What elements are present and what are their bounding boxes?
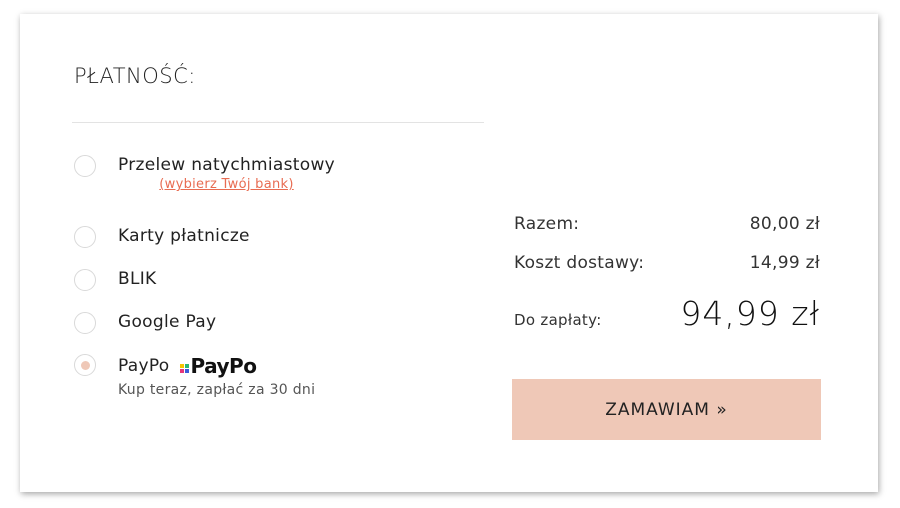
- radio-google-pay[interactable]: [74, 312, 96, 334]
- order-button[interactable]: ZAMAWIAM »: [512, 379, 821, 440]
- subtotal-label: Razem:: [514, 214, 580, 234]
- option-body: Przelew natychmiastowy (wybierz Twój ban…: [118, 155, 335, 192]
- choose-bank-link[interactable]: (wybierz Twój bank): [118, 177, 335, 192]
- option-body: PayPo PayPo Kup teraz, zapłać za 30 dni: [118, 354, 315, 398]
- subtotal-row: Razem: 80,00 zł: [514, 214, 820, 234]
- radio-transfer[interactable]: [74, 155, 96, 177]
- paypo-logo-icon: [179, 363, 189, 373]
- option-label-paypo: PayPo: [118, 356, 170, 376]
- paypo-subtitle: Kup teraz, zapłać za 30 dni: [118, 382, 316, 398]
- radio-cards[interactable]: [74, 226, 96, 248]
- divider: [72, 122, 484, 123]
- option-label-transfer: Przelew natychmiastowy: [118, 155, 336, 175]
- option-body: Google Pay: [118, 312, 216, 332]
- payment-option-cards[interactable]: Karty płatnicze: [74, 226, 250, 248]
- payment-card: PŁATNOŚĆ: Przelew natychmiastowy (wybier…: [20, 14, 878, 492]
- paypo-logo: PayPo: [179, 354, 257, 378]
- option-label-google-pay: Google Pay: [118, 312, 217, 332]
- payment-option-blik[interactable]: BLIK: [74, 269, 157, 291]
- option-body: Karty płatnicze: [118, 226, 250, 246]
- radio-paypo[interactable]: [74, 354, 96, 376]
- payment-title: PŁATNOŚĆ:: [74, 64, 196, 88]
- shipping-value: 14,99 zł: [749, 253, 820, 273]
- option-label-blik: BLIK: [118, 269, 157, 289]
- subtotal-value: 80,00 zł: [749, 214, 820, 234]
- radio-blik[interactable]: [74, 269, 96, 291]
- payment-option-google-pay[interactable]: Google Pay: [74, 312, 216, 334]
- payment-option-paypo[interactable]: PayPo PayPo Kup teraz, zapłać za 30 dni: [74, 354, 315, 398]
- payment-option-transfer[interactable]: Przelew natychmiastowy (wybierz Twój ban…: [74, 155, 335, 192]
- option-body: BLIK: [118, 269, 157, 289]
- shipping-row: Koszt dostawy: 14,99 zł: [514, 253, 820, 273]
- total-row: Do zapłaty: 94,99 zł: [514, 294, 820, 333]
- total-label: Do zapłaty:: [514, 311, 602, 329]
- paypo-logo-text: PayPo: [190, 354, 257, 378]
- option-label-cards: Karty płatnicze: [118, 226, 250, 246]
- paypo-row: PayPo PayPo: [118, 354, 315, 378]
- total-value: 94,99 zł: [680, 294, 820, 333]
- shipping-label: Koszt dostawy:: [514, 253, 645, 273]
